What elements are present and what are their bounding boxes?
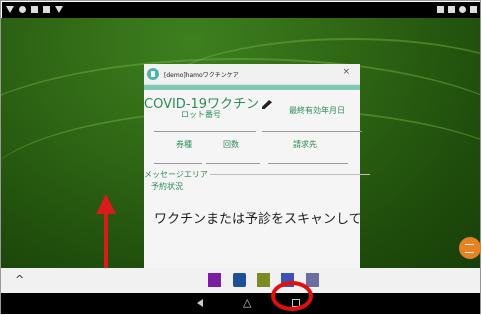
warning-icon xyxy=(55,6,63,13)
app-shortcut-camera-icon[interactable] xyxy=(233,273,246,287)
bluetooth-icon xyxy=(437,6,444,13)
annotation-arrow-shaft xyxy=(104,212,108,272)
navigation-bar: △ xyxy=(1,293,480,314)
expiry-date-field[interactable] xyxy=(262,131,362,132)
taskbar-expand-button[interactable]: ^ xyxy=(15,273,24,286)
settings-icon xyxy=(19,6,26,13)
dose-count-label: 回数 xyxy=(223,140,239,149)
scan-instruction: ワクチンまたは予診をスキャンして xyxy=(154,212,362,227)
message-area-divider xyxy=(210,174,370,175)
vaccine-form: COVID-19ワクチン ロット番号 最終有効年月日 券種 回数 請求先 メッセ… xyxy=(144,93,394,271)
dialog-accent-band xyxy=(144,85,360,90)
wifi-icon xyxy=(459,6,466,13)
app-shortcut-purple-icon[interactable] xyxy=(208,273,221,287)
sdcard-icon xyxy=(31,6,38,13)
sim-icon xyxy=(448,6,455,13)
back-icon[interactable] xyxy=(197,299,203,307)
dose-count-field[interactable] xyxy=(206,163,260,164)
ticket-type-label: 券種 xyxy=(176,140,192,149)
ticket-type-field[interactable] xyxy=(154,163,202,164)
expiry-date-label: 最終有効年月日 xyxy=(289,106,345,115)
reservation-status-label: 予約状況 xyxy=(151,182,183,191)
lot-number-label: ロット番号 xyxy=(181,110,221,119)
message-area-label: メッセージエリア xyxy=(144,170,208,179)
close-button[interactable]: × xyxy=(342,67,350,77)
billing-label: 請求先 xyxy=(293,140,317,149)
lot-number-field[interactable] xyxy=(154,131,256,132)
notification-icon xyxy=(6,6,14,13)
taskbar: ^ xyxy=(1,268,480,293)
edit-icon[interactable] xyxy=(262,100,273,109)
app-icon xyxy=(147,68,159,80)
floating-action-button[interactable] xyxy=(459,237,481,259)
battery-saver-icon xyxy=(43,6,50,13)
annotation-circle xyxy=(271,281,313,311)
menu-icon xyxy=(465,244,474,253)
annotation-arrow-head xyxy=(96,194,116,214)
dialog-title: [demo]hamoワクチンケア xyxy=(164,72,239,79)
dialog-titlebar: [demo]hamoワクチンケア × xyxy=(144,64,360,85)
battery-icon xyxy=(470,6,477,13)
app-shortcut-grey-icon[interactable] xyxy=(306,273,319,287)
app-shortcut-gallery-icon[interactable] xyxy=(257,273,270,287)
status-bar xyxy=(2,2,480,19)
billing-field[interactable] xyxy=(268,163,348,164)
home-icon[interactable]: △ xyxy=(243,297,251,308)
